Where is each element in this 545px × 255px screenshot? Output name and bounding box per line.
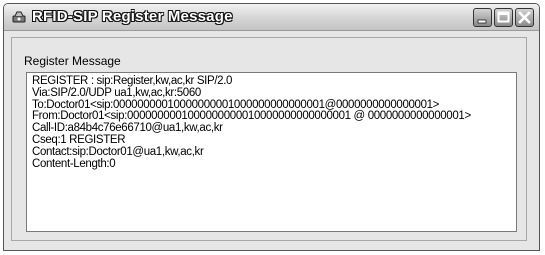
maximize-icon: [497, 11, 510, 23]
message-line: Contact:sip:Doctor01@ua1,kw,ac,kr: [32, 145, 204, 158]
minimize-button[interactable]: [473, 8, 492, 27]
message-line: Via:SIP/2.0/UDP ua1,kw,ac,kr:5060: [32, 86, 201, 99]
message-textbox[interactable]: REGISTER : sip:Register,kw,ac,kr SIP/2.0…: [26, 72, 517, 232]
minimize-icon: [477, 19, 487, 24]
title-bar[interactable]: RFID-SIP Register Message: [4, 4, 539, 31]
app-icon[interactable]: [12, 10, 26, 24]
message-line: Cseq:1 REGISTER: [32, 133, 126, 146]
group-label: Register Message: [24, 54, 121, 68]
window-title: RFID-SIP Register Message: [32, 8, 233, 25]
maximize-button[interactable]: [494, 8, 513, 27]
close-button[interactable]: [515, 8, 534, 27]
close-icon: [518, 11, 531, 24]
message-line: Content-Length:0: [32, 157, 116, 170]
